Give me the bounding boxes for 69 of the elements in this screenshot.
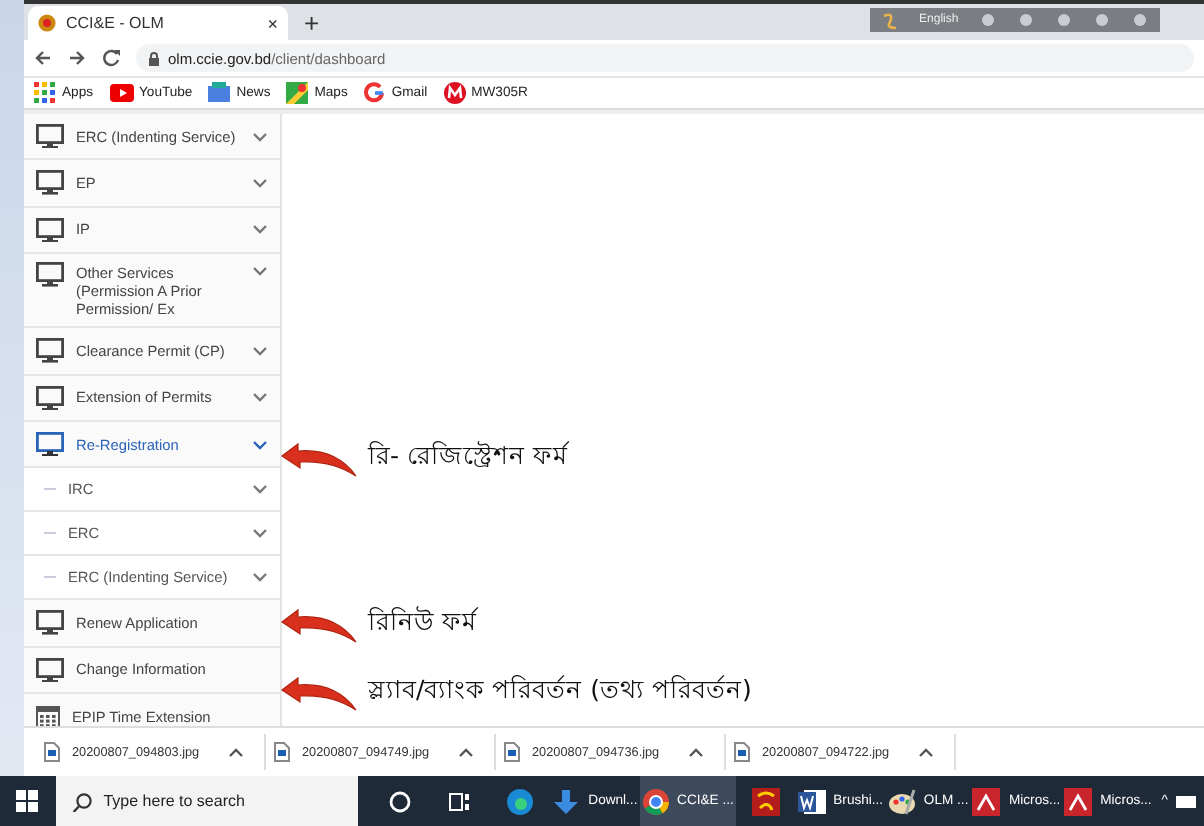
caret-icon xyxy=(228,745,244,759)
annotation-label: রি- রেজিস্ট্রেশন ফর্ম xyxy=(368,438,567,474)
palette-icon xyxy=(887,787,916,815)
reload-icon[interactable] xyxy=(102,48,120,68)
annotation-label: রিনিউ ফর্ম xyxy=(368,604,476,640)
map-icon xyxy=(286,82,309,104)
chrome-icon xyxy=(641,787,670,815)
curved-arrow-icon xyxy=(280,442,360,478)
app-icon xyxy=(1064,787,1093,815)
calendar-icon xyxy=(36,703,60,726)
back-icon[interactable] xyxy=(34,48,52,68)
windows-start-icon[interactable] xyxy=(16,790,39,812)
script-icon xyxy=(881,11,898,29)
browser-tab[interactable]: CCI&E - OLM × xyxy=(28,6,288,40)
file-icon xyxy=(274,742,290,762)
toolbar-icon xyxy=(1132,12,1149,28)
chevron-icon xyxy=(252,570,268,585)
chevron-icon xyxy=(252,482,268,497)
edge-icon xyxy=(506,787,535,815)
app-icon xyxy=(972,787,1001,815)
monitor-icon xyxy=(36,657,64,683)
lock-icon xyxy=(148,51,160,65)
circle-icon xyxy=(388,789,413,813)
chevron-icon xyxy=(252,176,268,191)
chevron-icon xyxy=(252,129,268,144)
forward-icon[interactable] xyxy=(68,48,86,68)
toolbar-icon xyxy=(1056,12,1073,28)
file-icon xyxy=(504,742,520,762)
caret-icon xyxy=(458,745,474,759)
search-icon xyxy=(71,791,92,811)
close-tab-button[interactable]: × xyxy=(267,13,278,33)
chevron-icon xyxy=(252,437,268,452)
monitor-icon xyxy=(36,170,64,196)
chevron-icon xyxy=(252,264,268,279)
chevron-icon xyxy=(252,390,268,405)
file-icon xyxy=(734,742,750,762)
google-icon xyxy=(363,82,386,104)
toolbar-icon xyxy=(1018,12,1035,28)
chevron-icon xyxy=(252,343,268,358)
word-icon xyxy=(797,787,826,815)
m-logo-icon xyxy=(443,82,466,104)
toolbar-icon xyxy=(980,12,997,28)
monitor-icon xyxy=(36,123,64,149)
annotation-label: স্ল্যাব/ব্যাংক পরিবর্তন (তথ্য পরিবর্তন) xyxy=(368,672,752,708)
site-logo-icon xyxy=(38,14,56,32)
monitor-icon xyxy=(36,262,64,288)
caret-icon xyxy=(918,745,934,759)
battery-icon xyxy=(1176,791,1196,811)
news-icon xyxy=(208,82,231,104)
chevron-icon xyxy=(252,222,268,237)
play-icon xyxy=(109,82,133,104)
curved-arrow-icon xyxy=(280,676,360,712)
curved-arrow-icon xyxy=(280,608,360,644)
monitor-icon xyxy=(36,610,64,636)
toolbar-icon xyxy=(1094,12,1111,28)
download-arrow-icon xyxy=(552,787,581,815)
task-view-icon xyxy=(448,789,473,813)
app-icon xyxy=(751,787,780,815)
monitor-icon xyxy=(36,338,64,364)
file-icon xyxy=(44,742,60,762)
grid-icon xyxy=(34,82,56,104)
chevron-icon xyxy=(252,526,268,541)
monitor-icon xyxy=(36,385,64,410)
tab-title: CCI&E - OLM xyxy=(66,14,166,32)
monitor-icon xyxy=(36,217,64,243)
caret-icon xyxy=(688,745,704,759)
monitor-icon xyxy=(36,431,64,457)
new-tab-button[interactable]: + xyxy=(304,10,320,36)
search-field[interactable]: Type here to search xyxy=(55,776,358,826)
